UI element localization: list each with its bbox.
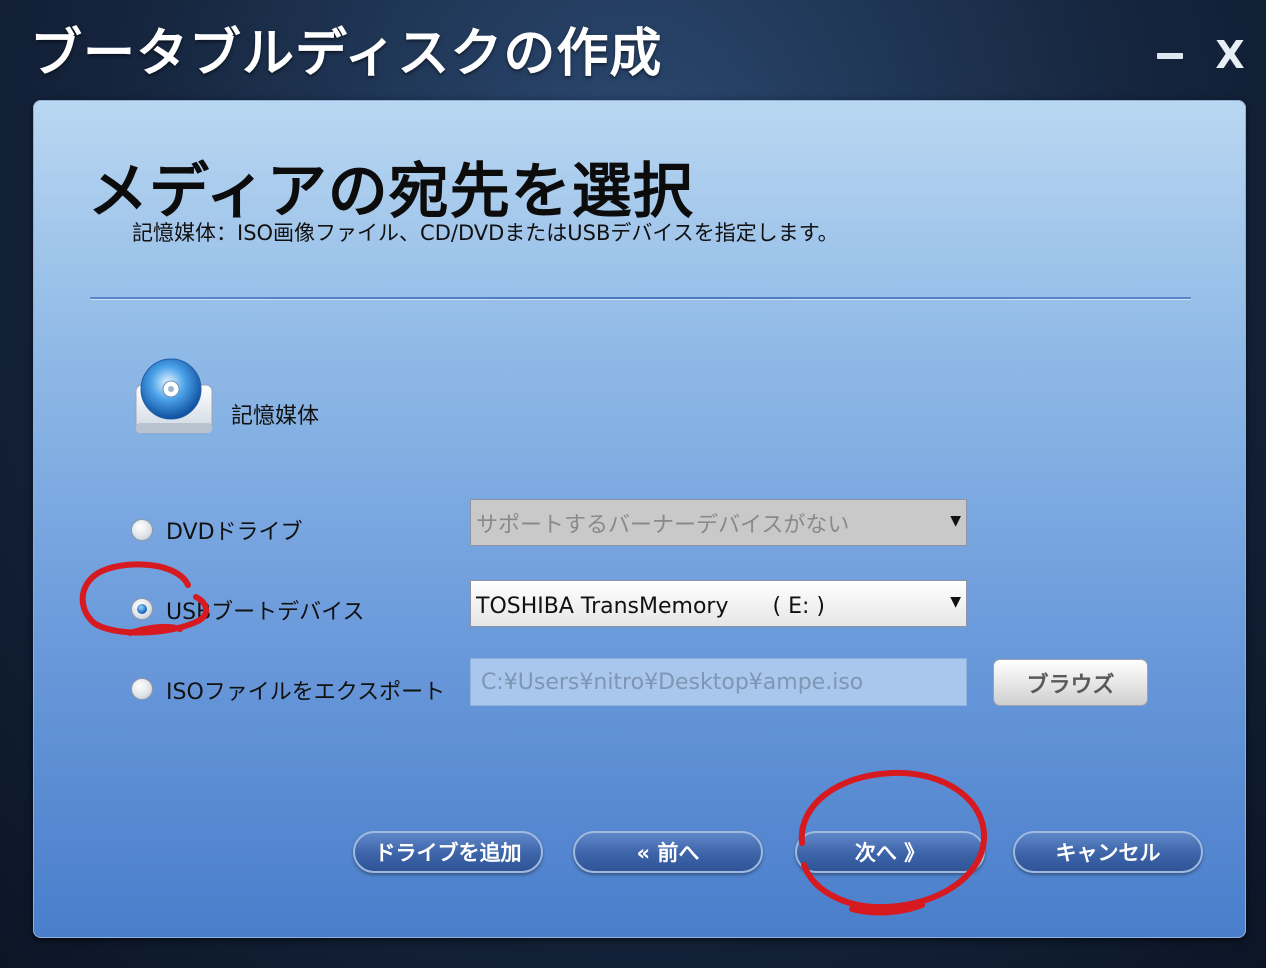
dvd-drive-label[interactable]: DVDドライブ: [166, 514, 303, 546]
iso-export-label[interactable]: ISOファイルをエクスポート: [166, 674, 445, 706]
close-button[interactable]: X: [1208, 30, 1252, 80]
usb-boot-device-radio[interactable]: [131, 598, 153, 620]
page-title: メディアの宛先を選択: [88, 157, 694, 227]
wizard-panel: メディアの宛先を選択 記憶媒体：ISO画像ファイル、CD/DVDまたはUSBデバ…: [33, 100, 1246, 938]
dropdown-arrow-icon: ▼: [950, 594, 961, 610]
disc-drive-icon: [135, 358, 213, 434]
iso-path-input[interactable]: [470, 658, 967, 706]
back-button[interactable]: « 前へ: [573, 831, 763, 873]
dvd-drive-select-value: サポートするバーナーデバイスがない: [476, 512, 850, 538]
minimize-button[interactable]: [1150, 30, 1190, 80]
window-title: ブータブルディスクの作成: [30, 24, 663, 84]
usb-device-select-value: TOSHIBA TransMemory ( E: ): [476, 593, 825, 619]
next-button[interactable]: 次へ 》: [795, 831, 985, 873]
minimize-icon: [1157, 53, 1183, 59]
page-subtitle: 記憶媒体：ISO画像ファイル、CD/DVDまたはUSBデバイスを指定します。: [132, 221, 839, 245]
dvd-drive-radio[interactable]: [131, 519, 153, 541]
usb-boot-device-label[interactable]: USBブートデバイス: [166, 594, 365, 626]
add-drive-button[interactable]: ドライブを追加: [353, 831, 543, 873]
browse-button[interactable]: ブラウズ: [993, 659, 1148, 706]
storage-media-label: 記憶媒体: [231, 404, 320, 429]
header-divider: [90, 297, 1191, 299]
usb-device-select[interactable]: TOSHIBA TransMemory ( E: ) ▼: [470, 580, 967, 627]
dvd-drive-select[interactable]: サポートするバーナーデバイスがない ▼: [470, 499, 967, 546]
iso-export-radio[interactable]: [131, 678, 153, 700]
dropdown-arrow-icon: ▼: [950, 513, 961, 529]
cancel-button[interactable]: キャンセル: [1013, 831, 1203, 873]
